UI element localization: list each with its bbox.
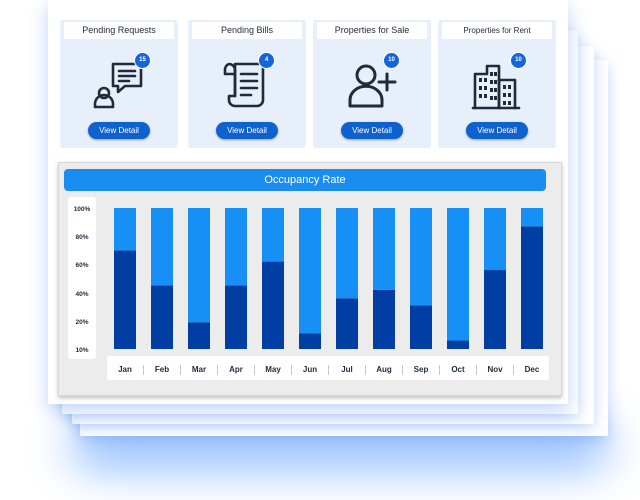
- bar-mar-series-1: [188, 322, 210, 349]
- view-detail-button[interactable]: View Detail: [341, 122, 403, 139]
- card-properties-for-rent: Properties for Rent 10 View Detail: [438, 20, 556, 148]
- bar-jul-series-2: [336, 208, 358, 299]
- x-tick-label: Sep: [414, 365, 429, 374]
- y-tick-label: 20%: [75, 319, 88, 326]
- bar-aug-series-1: [373, 289, 395, 349]
- card-pending-requests: Pending Requests 15 View Detail: [60, 20, 178, 148]
- view-detail-button[interactable]: View Detail: [216, 122, 278, 139]
- bar-nov-series-2: [484, 208, 506, 271]
- view-detail-button[interactable]: View Detail: [466, 122, 528, 139]
- card-title: Pending Bills: [192, 22, 302, 39]
- card-title: Properties for Rent: [442, 22, 552, 39]
- card-properties-for-sale: Properties for Sale 10 View Detail: [313, 20, 431, 148]
- occupancy-chart-panel: Occupancy Rate Jan Feb Mar Apr May Jun Jul Aug S…: [58, 162, 562, 396]
- x-tick-label: Aug: [376, 365, 392, 374]
- bar-sep-series-2: [410, 208, 432, 306]
- x-tick-label: Mar: [192, 365, 206, 374]
- count-badge: 10: [383, 52, 400, 69]
- bar-may-series-2: [262, 208, 284, 262]
- y-tick-label: 60%: [75, 262, 88, 269]
- bar-jun-series-2: [299, 208, 321, 334]
- x-tick-label: Jan: [118, 365, 132, 374]
- x-tick-label: Feb: [155, 365, 169, 374]
- x-tick-label: May: [265, 365, 281, 374]
- count-badge: 15: [134, 52, 151, 69]
- bar-nov-series-1: [484, 270, 506, 349]
- bar-may-series-1: [262, 261, 284, 349]
- bar-dec-series-1: [521, 226, 543, 349]
- card-title: Pending Requests: [64, 22, 174, 39]
- bar-mar-series-2: [188, 208, 210, 323]
- y-tick-label: 80%: [75, 234, 88, 241]
- y-tick-label: 40%: [75, 291, 88, 298]
- bar-jun-series-1: [299, 333, 321, 349]
- bar-jan-series-2: [114, 208, 136, 251]
- bar-feb-series-1: [151, 285, 173, 349]
- x-tick-label: Jul: [341, 365, 353, 374]
- bar-feb-series-2: [151, 208, 173, 286]
- card-pending-bills: Pending Bills 4 View Detail: [188, 20, 306, 148]
- bar-jul-series-1: [336, 298, 358, 349]
- view-detail-button[interactable]: View Detail: [88, 122, 150, 139]
- count-badge: 4: [258, 52, 275, 69]
- x-tick-label: Apr: [229, 365, 243, 374]
- bar-aug-series-2: [373, 208, 395, 290]
- bar-jan-series-1: [114, 250, 136, 349]
- bar-apr-series-1: [225, 285, 247, 349]
- y-tick-label: 100%: [74, 206, 91, 213]
- bar-oct-series-1: [447, 340, 469, 349]
- bar-oct-series-2: [447, 208, 469, 341]
- bar-dec-series-2: [521, 208, 543, 227]
- occupancy-bar-chart: Jan Feb Mar Apr May Jun Jul Aug Sep Oct Nov Dec 100%…: [74, 206, 543, 375]
- x-tick-label: Jun: [303, 365, 317, 374]
- y-tick-label: 10%: [75, 347, 88, 354]
- count-badge: 10: [510, 52, 527, 69]
- x-tick-label: Oct: [451, 365, 465, 374]
- bar-apr-series-2: [225, 208, 247, 286]
- x-tick-label: Dec: [525, 365, 540, 374]
- x-tick-label: Nov: [487, 365, 503, 374]
- card-title: Properties for Sale: [317, 22, 427, 39]
- bar-sep-series-1: [410, 305, 432, 349]
